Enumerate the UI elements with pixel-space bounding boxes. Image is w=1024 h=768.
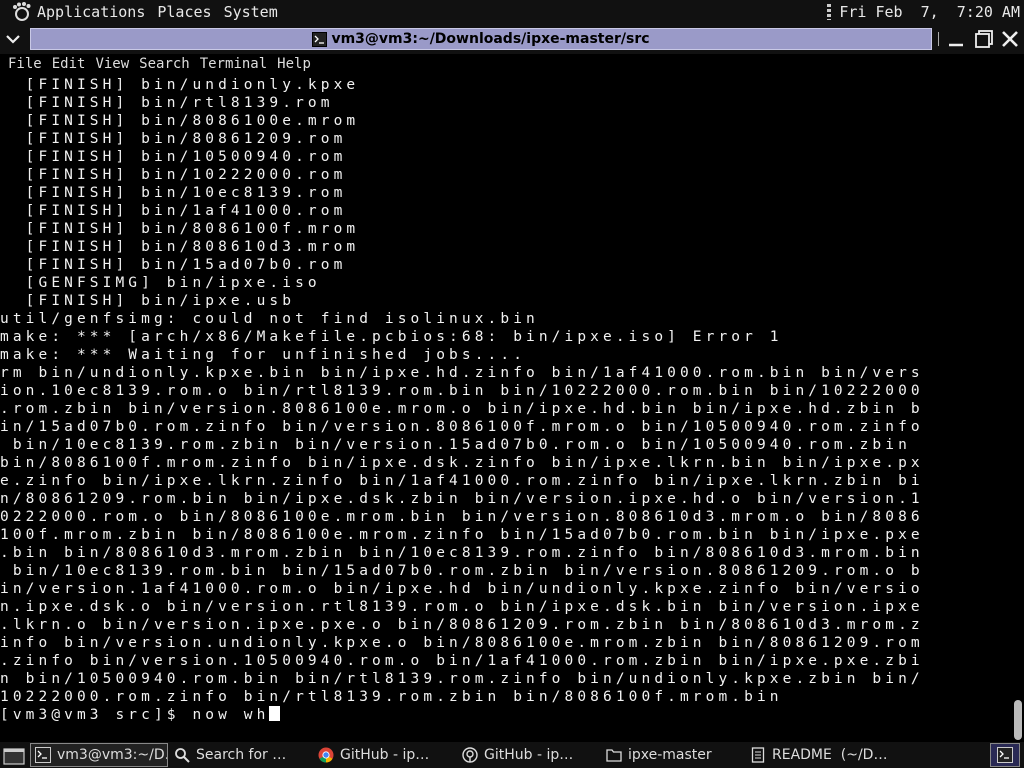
menu-search[interactable]: Search [139, 56, 190, 72]
taskbar-label: GitHub - ip… [484, 747, 574, 763]
top-panel: Applications Places System Fri Feb 7, 7:… [0, 0, 1024, 24]
github-icon [462, 747, 478, 763]
terminal-line: 100f.mrom.zbin bin/8086100e.mrom.zinfo b… [0, 527, 924, 543]
terminal-line: bin/8086100f.mrom.zinfo bin/ipxe.dsk.zin… [0, 455, 924, 471]
taskbar-item-search[interactable]: Search for … [170, 744, 312, 766]
folder-icon [606, 749, 622, 762]
terminal-line: [FINISH] bin/80861209.rom [0, 131, 347, 147]
menu-edit[interactable]: Edit [52, 56, 86, 72]
terminal-line: e.zinfo bin/ipxe.lkrn.zinfo bin/1af41000… [0, 473, 924, 489]
gnome-foot-icon[interactable] [10, 1, 32, 23]
terminal-icon [35, 747, 51, 763]
window-title-box[interactable]: vm3@vm3:~/Downloads/ipxe-master/src [30, 28, 932, 50]
terminal-line: ion.10ec8139.rom.o bin/rtl8139.rom.bin b… [0, 383, 924, 399]
taskbar-label: Search for … [196, 747, 287, 763]
terminal-line: info bin/version.undionly.kpxe.o bin/808… [0, 635, 924, 651]
terminal-line: [FINISH] bin/808610d3.mrom [0, 239, 360, 255]
close-icon[interactable] [1000, 29, 1020, 49]
terminal-line: 10222000.rom.zinfo bin/rtl8139.rom.zbin … [0, 689, 783, 705]
terminal-line: in/15ad07b0.rom.zinfo bin/version.808610… [0, 419, 924, 435]
window-menu-chevron-icon[interactable] [4, 30, 22, 48]
taskbar-item-terminal[interactable]: vm3@vm3:~/D… [30, 743, 168, 767]
scrollbar-thumb[interactable] [1014, 700, 1022, 740]
terminal-prompt-line[interactable]: [vm3@vm3 src]$ now wh [0, 706, 1012, 724]
terminal-line: in/version.1af41000.rom.o bin/ipxe.hd bi… [0, 581, 924, 597]
terminal-line: 0222000.rom.o bin/8086100e.mrom.bin bin/… [0, 509, 924, 525]
title-separator [938, 32, 939, 46]
taskbar-label: vm3@vm3:~/D… [57, 747, 168, 763]
terminal-line: bin/10ec8139.rom.bin bin/15ad07b0.rom.zb… [0, 563, 924, 579]
terminal-line: make: *** [arch/x86/Makefile.pcbios:68: … [0, 329, 783, 345]
system-menu[interactable]: System [224, 3, 278, 21]
terminal-line: n/80861209.rom.bin bin/ipxe.dsk.zbin bin… [0, 491, 924, 507]
terminal-prompt: [vm3@vm3 src]$ now wh [0, 707, 270, 723]
taskbar-label: README (~/D… [772, 747, 888, 763]
places-menu[interactable]: Places [157, 3, 211, 21]
search-icon [175, 748, 190, 763]
terminal-line: util/genfsimg: could not find isolinux.b… [0, 311, 539, 327]
terminal-line: [FINISH] bin/1af41000.rom [0, 203, 347, 219]
panel-grip-icon[interactable] [827, 4, 832, 20]
menu-terminal[interactable]: Terminal [200, 56, 267, 72]
menu-file[interactable]: File [8, 56, 42, 72]
terminal-line: rm bin/undionly.kpxe.bin bin/ipxe.hd.zin… [0, 365, 924, 381]
maximize-icon[interactable] [974, 29, 994, 49]
chrome-icon [318, 747, 334, 763]
terminal-line: [FINISH] bin/10222000.rom [0, 167, 347, 183]
terminal-line: [FINISH] bin/rtl8139.rom [0, 95, 334, 111]
text-editor-icon [751, 747, 765, 763]
taskbar-item-readme[interactable]: README (~/D… [746, 744, 890, 766]
terminal-line: .zinfo bin/version.10500940.rom.o bin/1a… [0, 653, 924, 669]
terminal-output[interactable]: [FINISH] bin/undionly.kpxe [FINISH] bin/… [0, 76, 1012, 742]
terminal-scrollbar[interactable] [1012, 76, 1024, 742]
menu-help[interactable]: Help [277, 56, 311, 72]
clock[interactable]: Fri Feb 7, 7:20 AM [839, 3, 1020, 21]
terminal-line: make: *** Waiting for unfinished jobs...… [0, 347, 527, 363]
window-title: vm3@vm3:~/Downloads/ipxe-master/src [331, 31, 650, 47]
terminal-line: n.ipxe.dsk.o bin/version.rtl8139.rom.o b… [0, 599, 924, 615]
terminal-menu-bar: File Edit View Search Terminal Help [0, 54, 1024, 74]
terminal-lines: [FINISH] bin/undionly.kpxe [FINISH] bin/… [0, 76, 1012, 706]
terminal-line: .bin bin/808610d3.mrom.zbin bin/10ec8139… [0, 545, 924, 561]
terminal-line: [FINISH] bin/undionly.kpxe [0, 77, 360, 93]
text-cursor [269, 706, 281, 721]
terminal-line: [GENFSIMG] bin/ipxe.iso [0, 275, 321, 291]
taskbar-item-folder[interactable]: ipxe-master [602, 744, 744, 766]
window-title-bar: vm3@vm3:~/Downloads/ipxe-master/src [0, 24, 1024, 54]
bottom-taskbar: vm3@vm3:~/D… Search for … GitHub - ip… G… [0, 742, 1024, 768]
terminal-line: [FINISH] bin/10ec8139.rom [0, 185, 347, 201]
taskbar-item-chrome-github[interactable]: GitHub - ip… [314, 744, 456, 766]
menu-view[interactable]: View [95, 56, 129, 72]
taskbar-label: GitHub - ip… [340, 747, 430, 763]
show-desktop-icon[interactable] [2, 744, 28, 766]
terminal-line: [FINISH] bin/ipxe.usb [0, 293, 296, 309]
terminal-line: [FINISH] bin/8086100f.mrom [0, 221, 360, 237]
taskbar-label: ipxe-master [628, 747, 712, 763]
terminal-line: .lkrn.o bin/version.ipxe.pxe.o bin/80861… [0, 617, 924, 633]
terminal-line: bin/10ec8139.rom.zbin bin/version.15ad07… [0, 437, 924, 453]
terminal-line: [FINISH] bin/8086100e.mrom [0, 113, 360, 129]
terminal-line: .rom.zbin bin/version.8086100e.mrom.o bi… [0, 401, 924, 417]
terminal-icon [312, 31, 328, 47]
terminal-line: [FINISH] bin/10500940.rom [0, 149, 347, 165]
terminal-icon [997, 747, 1013, 763]
minimize-icon[interactable] [946, 29, 966, 49]
taskbar-item-github[interactable]: GitHub - ip… [458, 744, 600, 766]
terminal-line: n bin/10500940.rom.bin bin/rtl8139.rom.z… [0, 671, 924, 687]
workspace-switcher[interactable] [990, 743, 1020, 767]
terminal-line: [FINISH] bin/15ad07b0.rom [0, 257, 347, 273]
applications-menu[interactable]: Applications [37, 3, 145, 21]
